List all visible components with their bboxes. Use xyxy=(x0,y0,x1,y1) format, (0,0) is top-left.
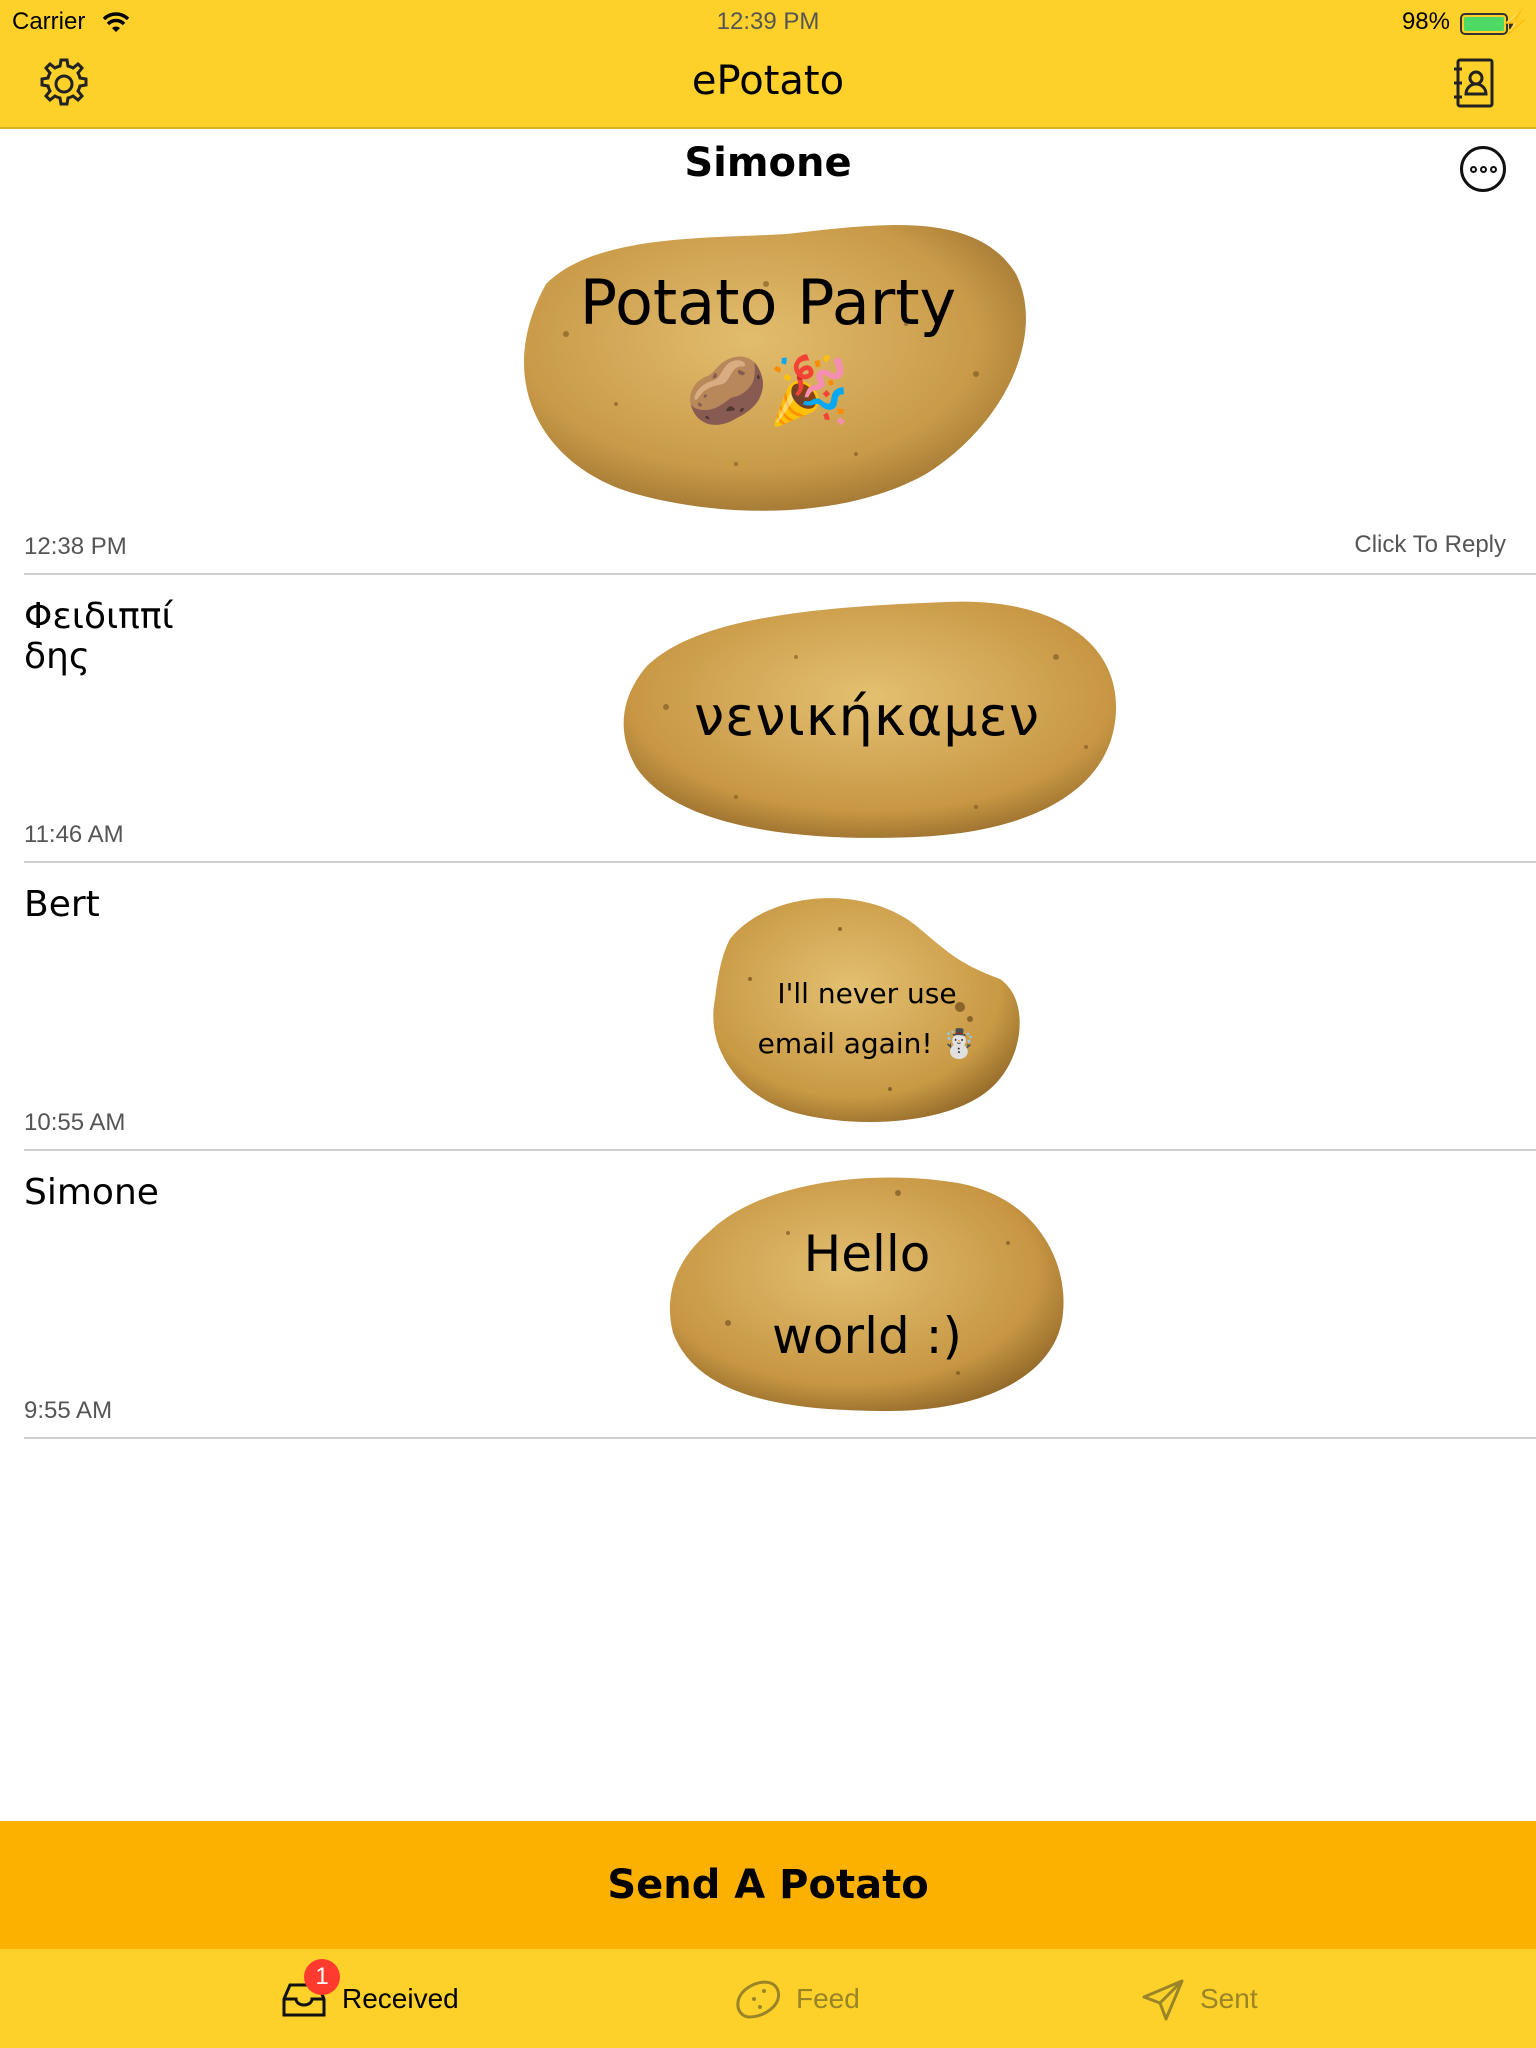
contacts-book-icon xyxy=(1454,58,1494,108)
message-time: 9:55 AM xyxy=(24,1397,113,1424)
paper-plane-icon xyxy=(1142,1979,1184,2020)
nav-title: ePotato xyxy=(691,58,845,104)
battery-percent: 98% xyxy=(1401,8,1450,35)
message-time: 10:55 AM xyxy=(24,1109,126,1136)
click-to-reply-link[interactable]: Click To Reply xyxy=(1354,531,1506,559)
more-options-button[interactable] xyxy=(1460,146,1506,192)
message-time: 11:46 AM xyxy=(24,821,124,848)
selected-sender-name: Simone xyxy=(684,140,852,186)
tab-received[interactable]: 1 Received xyxy=(280,1949,459,2048)
tab-sent[interactable]: Sent xyxy=(1140,1949,1258,2048)
unread-badge: 1 xyxy=(304,1959,340,1995)
tab-label: Received xyxy=(342,1982,459,2014)
potato-feed: Simone Potato Party 🥔🎉 12:38 PM Click To… xyxy=(0,130,1536,1439)
tab-bar: 1 Received Feed Sent xyxy=(0,1949,1536,2048)
sender-name: Φειδιππί δης xyxy=(24,596,174,677)
feed-item[interactable]: Φειδιππί δης νενικήκαμεν 11:46 AM xyxy=(24,575,1536,863)
feed-item[interactable]: Simone xyxy=(24,1151,1536,1439)
sender-name: Simone xyxy=(24,1172,159,1213)
top-bar: Carrier 12:39 PM 98% ⚡ ePotato xyxy=(0,0,1536,129)
status-time: 12:39 PM xyxy=(716,8,820,35)
potato-emoji: 🥔🎉 xyxy=(685,352,851,429)
potato-message: νενικήκαμεν xyxy=(694,685,1040,748)
potato-image[interactable]: Potato Party 🥔🎉 xyxy=(506,214,1030,514)
contacts-button[interactable] xyxy=(1446,56,1502,112)
status-bar: Carrier 12:39 PM 98% ⚡ xyxy=(0,4,1536,40)
potato-message: I'll never use email again! ☃️ xyxy=(757,977,977,1060)
feed-item[interactable]: Bert I'll never use email again! ☃️ 10:5… xyxy=(24,863,1536,1151)
potato-message: Hello world :) xyxy=(772,1225,962,1365)
potato-image[interactable]: νενικήκαμεν xyxy=(616,597,1118,841)
charging-bolt-icon: ⚡ xyxy=(1500,9,1530,36)
send-a-potato-button[interactable]: Send A Potato xyxy=(0,1821,1536,1949)
potato-image[interactable]: I'll never use email again! ☃️ xyxy=(710,889,1024,1125)
potato-message: Potato Party xyxy=(579,266,957,339)
tab-label: Feed xyxy=(796,1982,860,2014)
potato-image[interactable]: Hello world :) xyxy=(668,1173,1066,1413)
potato-icon xyxy=(736,1980,781,2019)
message-time: 12:38 PM xyxy=(24,533,127,560)
feed-item[interactable]: Simone xyxy=(24,130,1536,575)
sender-name: Bert xyxy=(24,884,100,925)
app-root: Carrier 12:39 PM 98% ⚡ ePotato Simone Po… xyxy=(0,0,1536,2048)
tab-label: Sent xyxy=(1200,1982,1258,2014)
tab-feed[interactable]: Feed xyxy=(734,1949,1536,2048)
